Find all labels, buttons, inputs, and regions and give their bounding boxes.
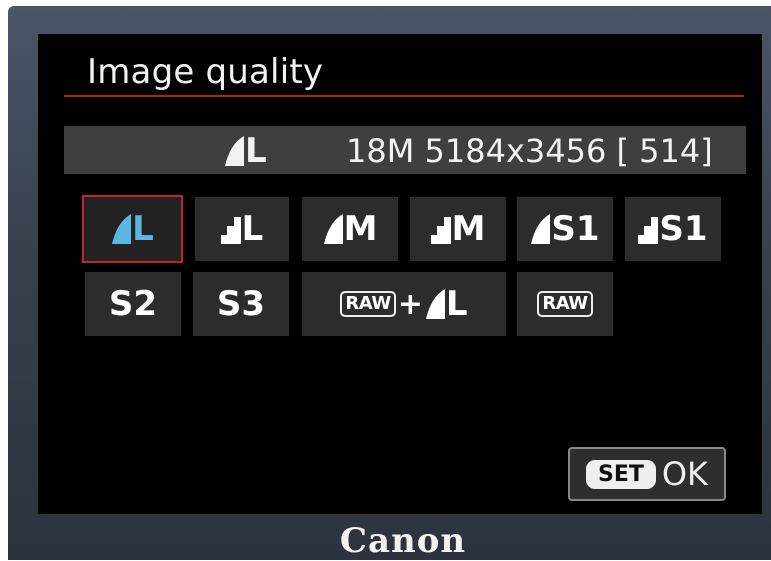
option-label: S3	[216, 284, 266, 324]
option-normal-medium[interactable]: M	[410, 197, 506, 261]
lcd-screen: Image quality L 18M 5184x3456 [ 514] L L	[38, 34, 762, 514]
brand-logo: Canon	[339, 521, 467, 561]
option-label: M	[451, 209, 486, 249]
option-label: S1	[659, 209, 708, 249]
fine-quality-icon	[323, 214, 343, 244]
camera-bezel: Image quality L 18M 5184x3456 [ 514] L L	[8, 6, 771, 561]
plus-sign: +	[397, 286, 423, 322]
info-summary: 18M 5184x3456 [ 514]	[346, 132, 713, 170]
set-ok-button[interactable]: SET OK	[568, 447, 726, 501]
raw-badge: RAW	[340, 291, 396, 317]
option-normal-s1[interactable]: S1	[625, 197, 721, 261]
option-fine-medium[interactable]: M	[302, 197, 398, 261]
option-label: L	[445, 284, 468, 324]
normal-quality-icon	[430, 217, 451, 244]
option-fine-large[interactable]: L	[82, 195, 183, 263]
option-fine-s1[interactable]: S1	[517, 197, 613, 261]
option-normal-large[interactable]: L	[195, 197, 289, 261]
info-quality-indicator: L	[224, 134, 267, 168]
set-label: SET	[585, 459, 656, 489]
normal-quality-icon	[638, 217, 659, 244]
fine-quality-icon	[531, 214, 551, 244]
option-label: M	[343, 209, 378, 249]
normal-quality-icon	[220, 217, 241, 244]
option-label: S1	[551, 209, 600, 249]
fine-quality-icon	[112, 214, 132, 244]
fine-quality-icon	[425, 289, 445, 319]
option-raw-plus-fine-large[interactable]: RAW + L	[302, 272, 506, 336]
option-label: S2	[108, 284, 158, 324]
option-s2[interactable]: S2	[85, 272, 181, 336]
page-title: Image quality	[87, 52, 324, 92]
option-label: L	[241, 209, 264, 249]
fine-quality-icon	[225, 136, 244, 166]
option-raw[interactable]: RAW	[517, 272, 613, 336]
quality-info-bar: L 18M 5184x3456 [ 514]	[64, 126, 746, 174]
info-size-letter: L	[245, 131, 267, 171]
title-divider	[64, 95, 744, 97]
option-s3[interactable]: S3	[193, 272, 289, 336]
option-label: L	[132, 209, 154, 249]
raw-badge: RAW	[537, 291, 593, 317]
ok-label: OK	[661, 455, 709, 493]
